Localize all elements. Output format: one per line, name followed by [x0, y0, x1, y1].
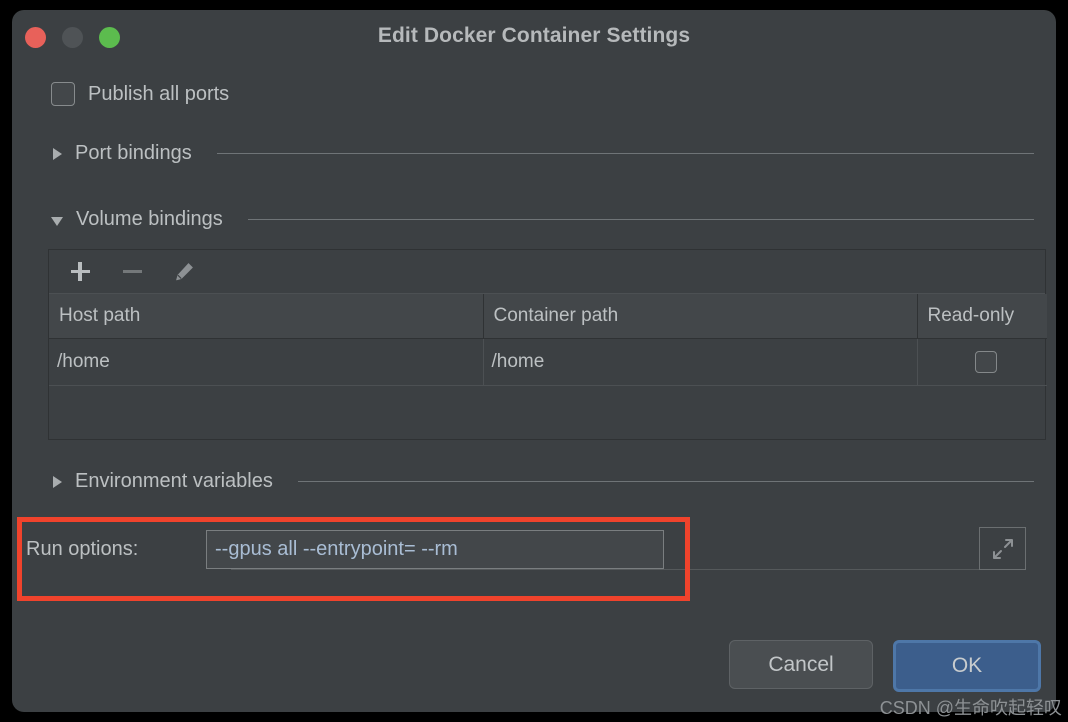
volume-table-toolbar: [49, 250, 1045, 294]
watermark: CSDN @生命吹起轻叹: [879, 698, 1062, 718]
ok-button[interactable]: OK: [893, 640, 1041, 692]
chevron-right-icon[interactable]: [53, 147, 62, 160]
dialog-content: Publish all ports Port bindings Volume b…: [12, 82, 1056, 493]
section-volume-bindings[interactable]: Volume bindings: [51, 208, 1034, 231]
chevron-right-icon[interactable]: [53, 475, 62, 488]
expand-icon[interactable]: [979, 527, 1026, 570]
section-port-bindings-label: Port bindings: [75, 142, 192, 164]
cell-container-path[interactable]: /home: [483, 338, 918, 386]
edit-icon[interactable]: [171, 259, 197, 285]
run-options-label: Run options:: [26, 537, 139, 560]
section-environment-variables-label: Environment variables: [75, 470, 273, 492]
section-port-bindings[interactable]: Port bindings: [51, 142, 1034, 165]
column-header-container-path[interactable]: Container path: [483, 294, 918, 339]
publish-all-ports-row[interactable]: Publish all ports: [51, 82, 1034, 106]
section-divider: [216, 153, 1034, 154]
table-header-row: Host path Container path Read-only: [49, 294, 1047, 339]
section-volume-bindings-label: Volume bindings: [76, 208, 223, 230]
cancel-button[interactable]: Cancel: [729, 640, 873, 689]
add-icon[interactable]: [67, 259, 93, 285]
chevron-down-icon[interactable]: [51, 216, 63, 226]
publish-all-ports-label: Publish all ports: [88, 82, 230, 105]
run-options-underline: [231, 569, 979, 570]
cell-host-path[interactable]: /home: [49, 338, 484, 386]
column-header-host-path[interactable]: Host path: [49, 294, 484, 339]
table-row[interactable]: /home /home: [49, 338, 1047, 386]
section-divider: [297, 481, 1034, 482]
cell-read-only[interactable]: [917, 338, 1047, 386]
volume-bindings-panel: Host path Container path Read-only /home…: [48, 249, 1047, 440]
section-environment-variables[interactable]: Environment variables: [51, 470, 1034, 493]
run-options-row: Run options:: [26, 521, 1026, 577]
read-only-checkbox[interactable]: [975, 351, 998, 373]
section-divider: [247, 219, 1034, 220]
remove-icon[interactable]: [119, 259, 145, 285]
volume-bindings-table: Host path Container path Read-only /home…: [49, 294, 1047, 386]
publish-all-ports-checkbox[interactable]: [51, 82, 75, 106]
dialog-title: Edit Docker Container Settings: [377, 24, 691, 47]
title-bar: Edit Docker Container Settings: [12, 10, 1056, 64]
run-options-input[interactable]: [206, 529, 664, 569]
column-header-read-only[interactable]: Read-only: [917, 294, 1047, 339]
table-empty-area: [49, 386, 1045, 439]
dialog-window: Edit Docker Container Settings Publish a…: [12, 10, 1056, 712]
